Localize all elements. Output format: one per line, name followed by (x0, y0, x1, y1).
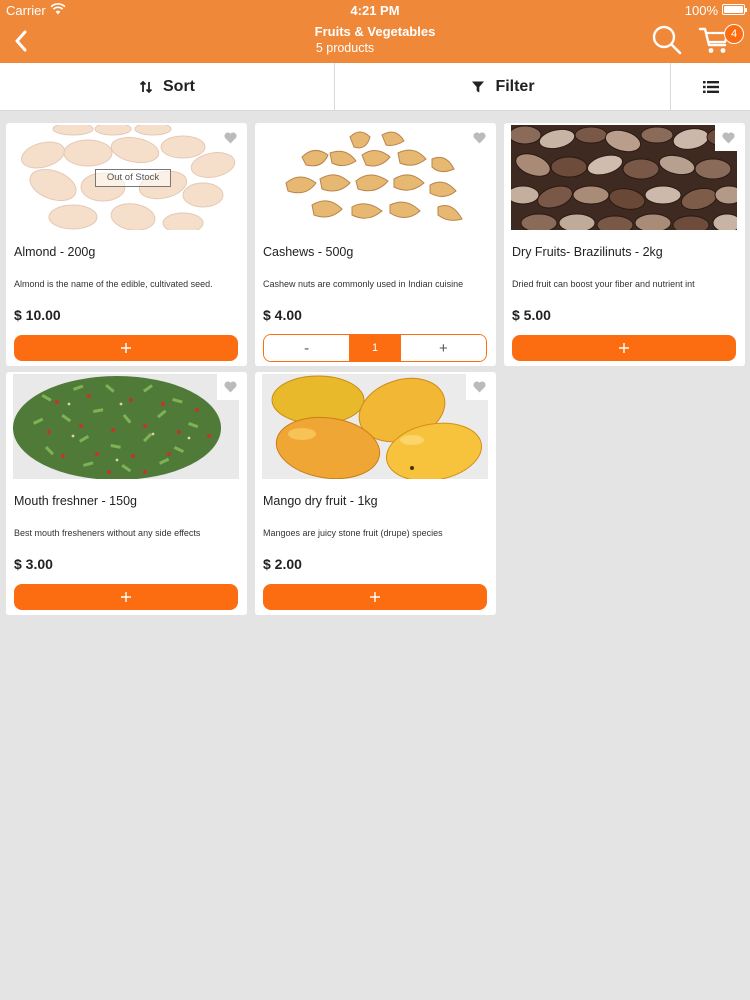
list-view-icon (703, 80, 719, 93)
favorite-button[interactable] (715, 124, 742, 151)
mouth-freshener-image (13, 374, 239, 479)
quantity-value: 1 (349, 335, 401, 361)
product-card-mango[interactable]: Mango dry fruit - 1kg Mangoes are juicy … (255, 372, 496, 615)
heart-icon (224, 132, 237, 143)
product-card-brazil-nuts[interactable]: Dry Fruits- Brazilinuts - 2kg Dried frui… (504, 123, 745, 366)
product-card-almond[interactable]: Out of Stock Almond - 200g Almond is the… (6, 123, 247, 366)
cashews-image (262, 125, 488, 230)
mango-image (262, 374, 488, 479)
top-bar: Carrier 4:21 PM 100% Fruits & Vegetables… (0, 0, 750, 63)
battery-icon (722, 4, 747, 15)
plus-icon (121, 592, 131, 602)
favorite-button[interactable] (217, 373, 244, 400)
list-view-toggle[interactable] (672, 63, 750, 110)
add-to-cart-button[interactable] (263, 584, 487, 610)
product-description: Mangoes are juicy stone fruit (drupe) sp… (263, 528, 443, 538)
add-to-cart-button[interactable] (512, 335, 736, 361)
sort-icon (139, 80, 153, 93)
favorite-button[interactable] (466, 124, 493, 151)
product-name: Almond - 200g (14, 245, 96, 259)
favorite-button[interactable] (217, 124, 244, 151)
heart-icon (473, 381, 486, 392)
product-description: Almond is the name of the edible, cultiv… (14, 279, 213, 289)
heart-icon (224, 381, 237, 392)
favorite-button[interactable] (466, 373, 493, 400)
navigation-bar: Fruits & Vegetables 5 products (0, 20, 750, 63)
sort-button[interactable]: Sort (0, 63, 335, 110)
product-name: Mango dry fruit - 1kg (263, 494, 378, 508)
add-to-cart-button[interactable] (14, 335, 238, 361)
status-time: 4:21 PM (350, 3, 400, 18)
cart-count-badge: 4 (724, 24, 744, 44)
title-block: Fruits & Vegetables 5 products (0, 24, 750, 57)
sort-filter-toolbar: Sort Filter (0, 63, 750, 111)
product-name: Mouth freshner - 150g (14, 494, 137, 508)
product-card-mouth-freshner[interactable]: Mouth freshner - 150g Best mouth freshen… (6, 372, 247, 615)
battery-percentage: 100% (684, 3, 718, 18)
product-description: Best mouth fresheners without any side e… (14, 528, 201, 538)
almond-image: Out of Stock (13, 125, 239, 230)
product-count: 5 products (315, 41, 375, 55)
product-price: $ 10.00 (14, 307, 61, 323)
filter-icon (472, 81, 485, 92)
sort-label: Sort (163, 77, 195, 95)
product-description: Cashew nuts are commonly used in Indian … (263, 279, 464, 289)
out-of-stock-badge: Out of Stock (95, 169, 171, 187)
heart-icon (473, 132, 486, 143)
brazil-nuts-image (511, 125, 737, 230)
product-price: $ 2.00 (263, 556, 302, 572)
product-price: $ 3.00 (14, 556, 53, 572)
decrease-quantity-button[interactable]: - (264, 335, 350, 361)
product-card-cashews[interactable]: Cashews - 500g Cashew nuts are commonly … (255, 123, 496, 366)
page-title: Fruits & Vegetables (314, 24, 436, 39)
product-price: $ 5.00 (512, 307, 551, 323)
product-name: Cashews - 500g (263, 245, 354, 259)
filter-label: Filter (495, 77, 535, 95)
product-name: Dry Fruits- Brazilinuts - 2kg (512, 245, 663, 259)
search-button[interactable] (651, 24, 683, 58)
status-bar: Carrier 4:21 PM 100% (0, 0, 750, 20)
search-icon (652, 25, 682, 55)
product-description: Dried fruit can boost your fiber and nut… (512, 279, 695, 289)
plus-icon (121, 343, 131, 353)
plus-icon (370, 592, 380, 602)
heart-icon (722, 132, 735, 143)
increase-quantity-button[interactable]: + (400, 335, 486, 361)
add-to-cart-button[interactable] (14, 584, 238, 610)
filter-button[interactable]: Filter (336, 63, 671, 110)
plus-icon (619, 343, 629, 353)
product-price: $ 4.00 (263, 307, 302, 323)
quantity-stepper: - 1 + (263, 334, 487, 362)
